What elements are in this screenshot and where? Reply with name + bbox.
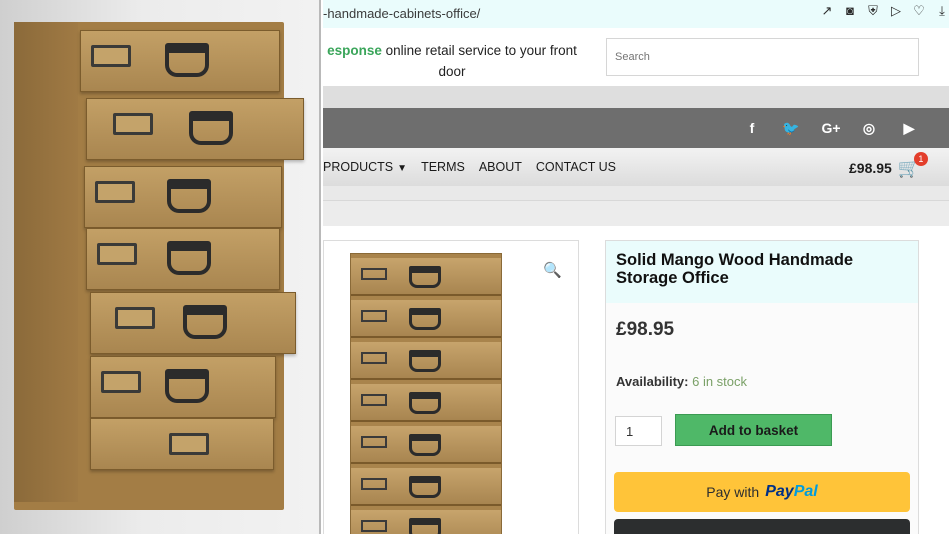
address-bar[interactable]: -handmade-cabinets-office/ ↗ ◙ ⛨ ▷ ♡ ⤓ — [323, 0, 949, 28]
drawer-handle — [409, 476, 441, 498]
add-to-basket-button[interactable]: Add to basket — [675, 414, 832, 446]
cabinet-side — [14, 22, 78, 502]
gallery-image[interactable] — [350, 253, 502, 534]
tagline-text: online retail service to your front door — [381, 43, 577, 79]
drawer-handle — [409, 350, 441, 372]
share-icon[interactable]: ↗ — [820, 4, 834, 18]
gallery-drawer — [351, 468, 501, 506]
drawer-handle — [165, 369, 209, 403]
download-icon[interactable]: ⤓ — [935, 4, 949, 18]
url-text: -handmade-cabinets-office/ — [323, 6, 481, 21]
gallery-drawer — [351, 426, 501, 464]
send-icon[interactable]: ▷ — [889, 4, 903, 18]
quantity-input[interactable] — [615, 416, 662, 446]
camera-icon[interactable]: ◙ — [843, 4, 857, 18]
product-summary: Solid Mango Wood Handmade Storage Office… — [605, 240, 919, 534]
product-content: 🔍 Solid Mango Wood Handmade Storage Offi… — [323, 226, 949, 534]
cabinet-drawer-open — [90, 292, 296, 354]
site-tagline: esponse online retail service to your fr… — [323, 40, 581, 82]
label-plate — [361, 352, 387, 364]
tagline-highlight: esponse — [327, 43, 382, 58]
product-gallery[interactable]: 🔍 — [323, 240, 579, 534]
label-plate — [361, 268, 387, 280]
search-input[interactable] — [606, 38, 919, 76]
cart-widget[interactable]: £98.95 🛒 1 — [849, 152, 928, 178]
header-band — [323, 86, 949, 108]
zoom-icon[interactable]: 🔍 — [543, 261, 562, 279]
cabinet-drawer — [90, 418, 274, 470]
breadcrumb-band — [323, 200, 949, 226]
nav-item-products[interactable]: PRODUCTS ▼ — [323, 160, 407, 174]
shield-icon[interactable]: ⛨ — [866, 4, 880, 18]
product-hero-image — [0, 0, 321, 534]
drawer-handle — [409, 392, 441, 414]
drawer-handle — [409, 434, 441, 456]
gallery-drawer — [351, 300, 501, 338]
drawer-handle — [165, 43, 209, 77]
cabinet-drawer — [86, 228, 280, 290]
gallery-drawer — [351, 384, 501, 422]
social-bar: f 🐦 G+ ◎ ▶ — [323, 108, 949, 148]
paypal-logo-pal: Pal — [793, 483, 818, 500]
label-plate — [361, 394, 387, 406]
twitter-icon[interactable]: 🐦 — [782, 119, 800, 137]
label-plate — [91, 45, 131, 67]
paypal-logo-pay: Pay — [765, 483, 794, 500]
drawer-handle — [183, 305, 227, 339]
cabinet-drawer — [84, 166, 282, 228]
nav-item-products-label: PRODUCTS — [323, 160, 394, 174]
gallery-drawer — [351, 258, 501, 296]
paypal-button[interactable]: Pay with PayPal — [614, 472, 910, 512]
nav-item-contact[interactable]: CONTACT US — [536, 160, 616, 174]
label-plate — [101, 371, 141, 393]
label-plate — [169, 433, 209, 455]
debit-card-button[interactable] — [614, 519, 910, 534]
facebook-icon[interactable]: f — [743, 119, 761, 137]
availability: Availability: 6 in stock — [616, 374, 747, 389]
label-plate — [115, 307, 155, 329]
cabinet-drawer — [90, 356, 276, 418]
gallery-drawer — [351, 510, 501, 534]
cart-count-badge: 1 — [913, 152, 928, 166]
drawer-handle — [409, 266, 441, 288]
googleplus-icon[interactable]: G+ — [820, 119, 842, 137]
youtube-icon[interactable]: ▶ — [899, 119, 919, 137]
paypal-prefix: Pay with — [706, 484, 760, 500]
product-page: -handmade-cabinets-office/ ↗ ◙ ⛨ ▷ ♡ ⤓ e… — [323, 0, 949, 534]
drawer-handle — [167, 179, 211, 213]
instagram-icon[interactable]: ◎ — [860, 119, 878, 137]
label-plate — [113, 113, 153, 135]
label-plate — [361, 310, 387, 322]
product-price: £98.95 — [616, 319, 675, 340]
drawer-handle — [409, 518, 441, 534]
cart-total: £98.95 — [849, 160, 892, 176]
nav-item-about[interactable]: ABOUT — [479, 160, 522, 174]
drawer-handle — [167, 241, 211, 275]
drawer-handle — [189, 111, 233, 145]
label-plate — [361, 436, 387, 448]
product-title: Solid Mango Wood Handmade Storage Office — [616, 251, 854, 287]
gallery-drawer — [351, 342, 501, 380]
heart-icon[interactable]: ♡ — [912, 4, 926, 18]
label-plate — [95, 181, 135, 203]
divider — [323, 186, 949, 200]
label-plate — [361, 520, 387, 532]
drawer-handle — [409, 308, 441, 330]
cart-icon[interactable]: 🛒 1 — [898, 152, 928, 178]
chevron-down-icon: ▼ — [397, 163, 408, 174]
paypal-logo: PayPal — [765, 483, 817, 501]
main-nav: PRODUCTS ▼ TERMS ABOUT CONTACT US £98.95 … — [323, 148, 949, 186]
cabinet-drawer-open — [86, 98, 304, 160]
nav-item-terms[interactable]: TERMS — [421, 160, 465, 174]
product-title-band: Solid Mango Wood Handmade Storage Office — [606, 241, 918, 303]
label-plate — [97, 243, 137, 265]
availability-value: 6 in stock — [692, 374, 748, 389]
availability-label: Availability: — [616, 374, 689, 389]
label-plate — [361, 478, 387, 490]
cabinet-drawer — [80, 30, 280, 92]
address-bar-icons: ↗ ◙ ⛨ ▷ ♡ ⤓ — [820, 4, 949, 18]
